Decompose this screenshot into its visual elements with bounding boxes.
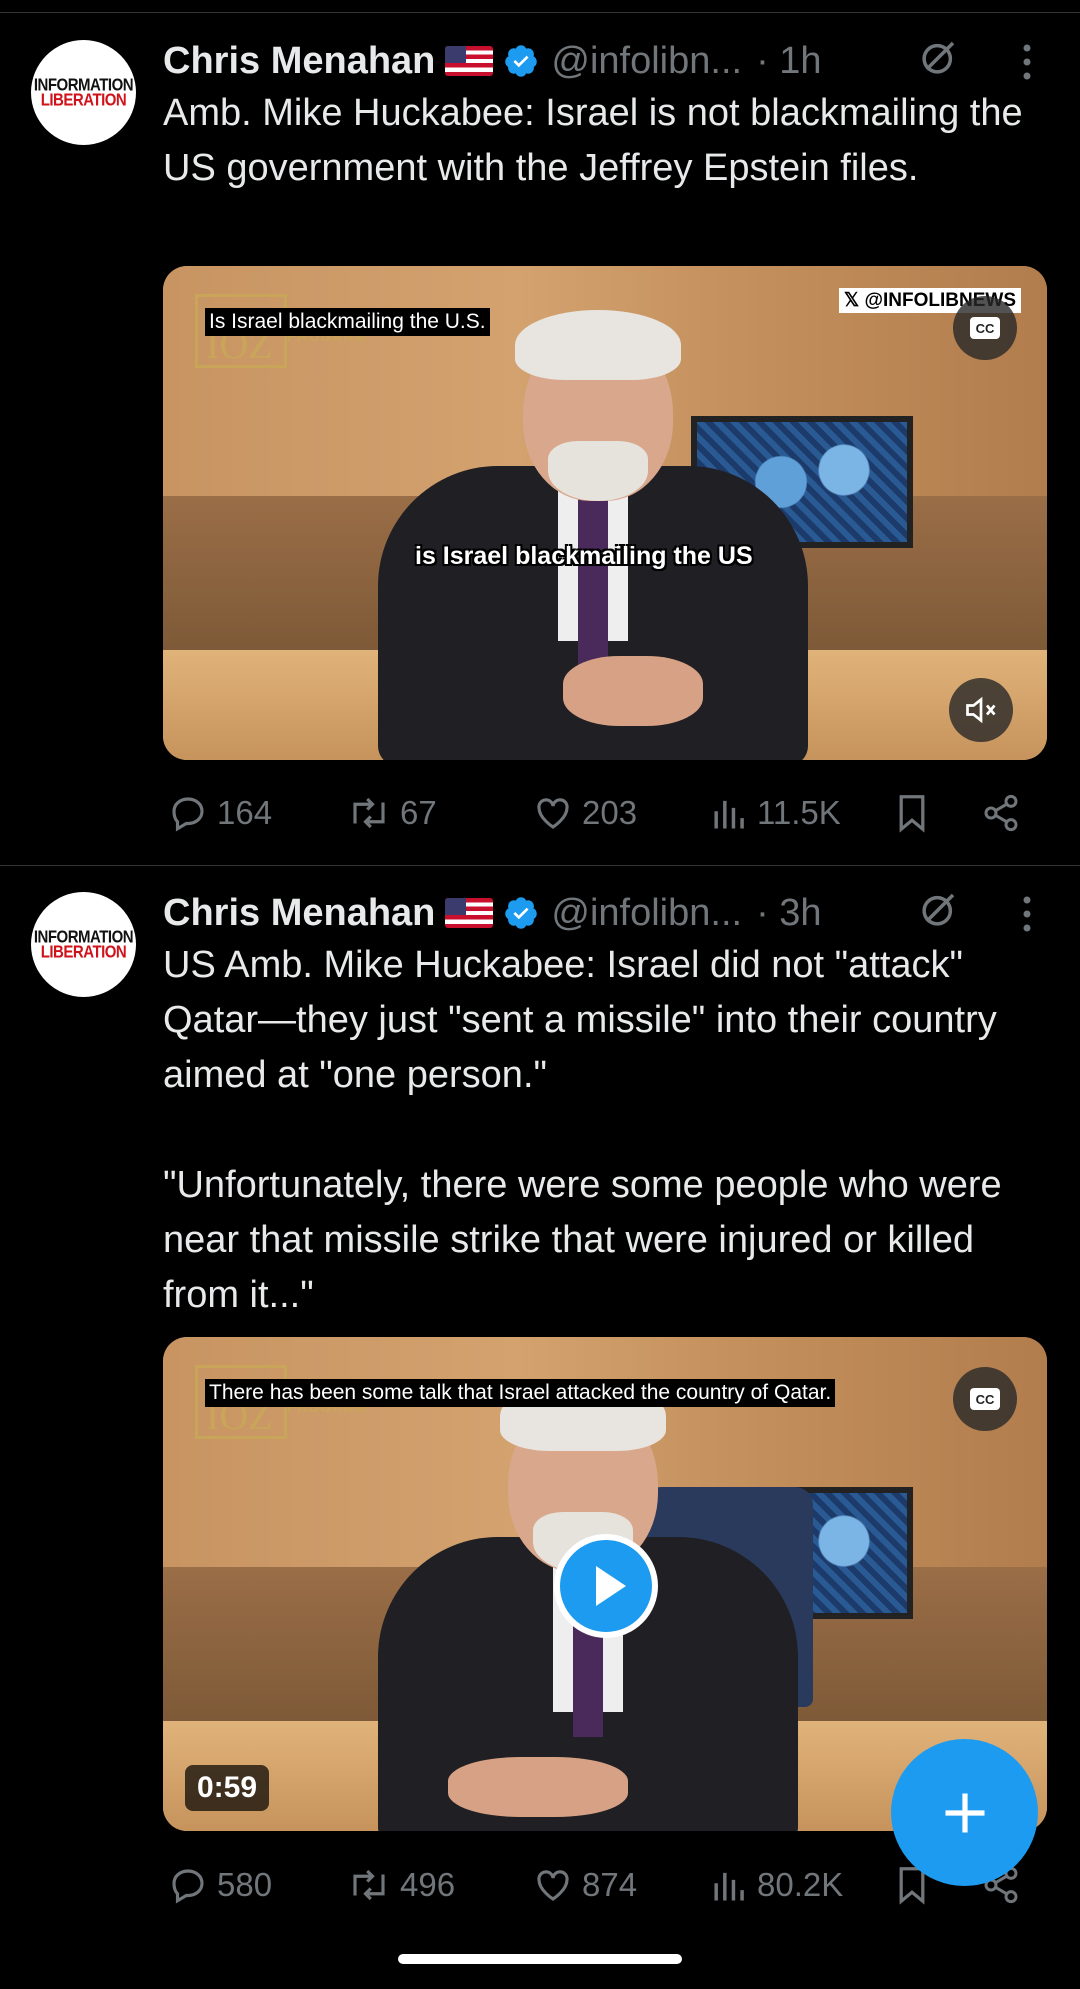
author-name[interactable]: Chris Menahan: [163, 40, 435, 83]
avatar[interactable]: INFORMATION LIBERATION: [31, 892, 136, 997]
reply-button[interactable]: 164: [167, 783, 272, 843]
more-options-icon[interactable]: [1022, 894, 1032, 934]
tweet-header: Chris Menahan @infolibn... · 3h: [163, 888, 822, 938]
repost-button[interactable]: 67: [346, 783, 437, 843]
views-chart-icon: [714, 1872, 744, 1901]
tweet-time[interactable]: · 3h: [756, 892, 821, 935]
like-button[interactable]: 203: [532, 783, 637, 843]
cc-icon: CC: [970, 317, 1000, 339]
cc-icon: CC: [970, 1388, 1000, 1410]
bookmark-icon[interactable]: [894, 783, 930, 843]
captions-button[interactable]: CC: [953, 1367, 1017, 1431]
repost-button[interactable]: 496: [346, 1855, 455, 1915]
author-handle[interactable]: @infolibn...: [551, 892, 742, 935]
video-duration: 0:59: [185, 1765, 270, 1811]
reply-icon: [172, 1869, 204, 1904]
muted-speaker-icon: [966, 696, 996, 724]
captions-button[interactable]: CC: [953, 296, 1017, 360]
views-button[interactable]: 80.2K: [711, 1855, 843, 1915]
video-subtitle: is Israel blackmailing the US: [415, 542, 753, 570]
avatar[interactable]: INFORMATION LIBERATION: [31, 40, 136, 145]
more-options-icon[interactable]: [1022, 42, 1032, 82]
home-indicator[interactable]: [398, 1954, 682, 1964]
grok-icon[interactable]: [918, 888, 960, 930]
tweet-text: Amb. Mike Huckabee: Israel is not blackm…: [163, 92, 1023, 189]
reply-button[interactable]: 580: [167, 1855, 272, 1915]
tweet-header: Chris Menahan @infolibn... · 1h: [163, 36, 822, 86]
views-button[interactable]: 11.5K: [711, 783, 841, 843]
plus-icon: [945, 1793, 984, 1832]
verified-badge-icon: [505, 897, 538, 929]
tweet-text: US Amb. Mike Huckabee: Israel did not "a…: [163, 944, 1002, 1316]
video-caption-top: Is Israel blackmailing the U.S.: [205, 308, 490, 336]
play-button[interactable]: [554, 1534, 658, 1638]
author-handle[interactable]: @infolibn...: [551, 40, 742, 83]
compose-button[interactable]: [891, 1739, 1038, 1886]
tweet-actions: 164 67 203 11.5K: [163, 783, 1033, 843]
video-caption-top: There has been some talk that Israel att…: [205, 1379, 836, 1407]
us-flag-icon: [445, 898, 494, 928]
reply-icon: [172, 797, 204, 832]
repost-icon: [353, 797, 385, 829]
heart-icon: [537, 798, 569, 829]
grok-icon[interactable]: [918, 36, 960, 78]
tweet-divider: [0, 865, 1080, 866]
repost-icon: [353, 1869, 385, 1901]
tweet-actions: 580 496 874 80.2K: [163, 1855, 1033, 1915]
verified-badge-icon: [505, 45, 538, 77]
views-chart-icon: [714, 800, 744, 829]
video-player[interactable]: IOZ PROGRAM Is Israel blackmailing the U…: [163, 266, 1047, 760]
play-icon: [596, 1566, 626, 1606]
like-button[interactable]: 874: [532, 1855, 637, 1915]
mute-button[interactable]: [949, 678, 1013, 742]
top-divider: [0, 12, 1080, 13]
author-name[interactable]: Chris Menahan: [163, 892, 435, 935]
us-flag-icon: [445, 46, 494, 76]
heart-icon: [537, 1870, 569, 1901]
share-icon[interactable]: [981, 783, 1021, 843]
tweet-time[interactable]: · 1h: [756, 40, 821, 83]
